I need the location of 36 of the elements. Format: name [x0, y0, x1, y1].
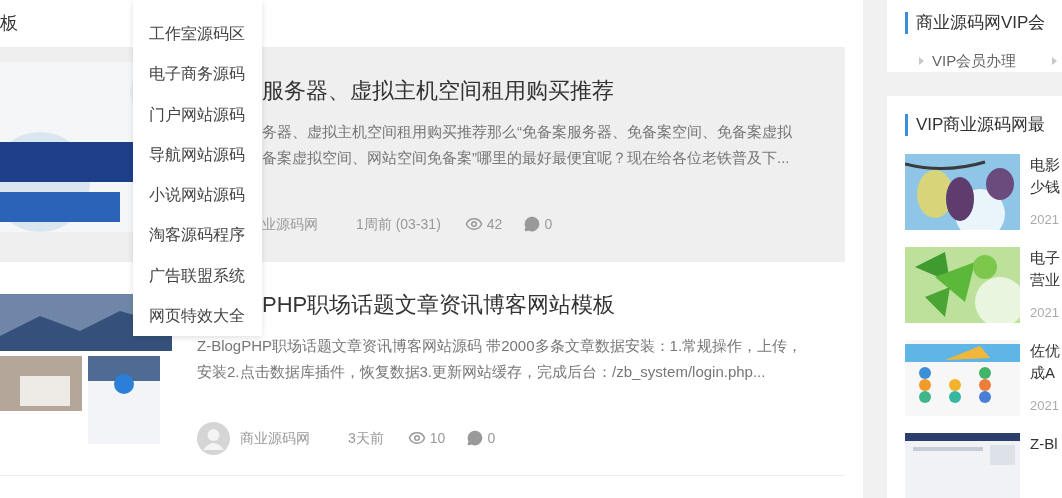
post-title[interactable]: 电影: [1030, 153, 1060, 176]
views-icon: [407, 429, 426, 447]
menu-item[interactable]: 网页特效大全: [133, 295, 262, 336]
comment-icon: [524, 216, 541, 232]
post-title[interactable]: 成A: [1030, 361, 1060, 384]
comment-icon: [467, 430, 484, 446]
comment-count: 0: [544, 214, 553, 234]
section-title: 板: [0, 12, 18, 35]
post-date: 2021: [1030, 397, 1060, 415]
menu-item[interactable]: 小说网站源码: [133, 175, 262, 216]
article-excerpt: Z-BlogPHP职场话题文章资讯博客网站源码 带2000多条文章数据安装：1.常规操作，上传，: [197, 336, 803, 356]
card-title: VIP商业源码网最: [916, 114, 1046, 136]
post-title[interactable]: 少钱: [1030, 175, 1060, 198]
comment-count: 0: [487, 428, 496, 448]
post-time: 3天前: [348, 428, 384, 448]
menu-item[interactable]: 门户网站源码: [133, 94, 262, 135]
menu-item[interactable]: 导航网站源码: [133, 134, 262, 175]
view-count: 10: [429, 428, 446, 448]
view-count: 42: [486, 214, 503, 234]
article-excerpt: 备案虚拟空间、网站空间免备案”哪里的最好最便宜呢？现在给各位老铁普及下...: [262, 148, 791, 168]
menu-item[interactable]: 电子商务源码: [133, 54, 262, 95]
post-time: 1周前 (03-31): [356, 214, 441, 234]
post-date: 2021: [1030, 211, 1060, 229]
caret-icon: [919, 56, 924, 65]
post-title[interactable]: 营业: [1030, 268, 1060, 291]
article-excerpt: 务器、虚拟主机空间租用购买推荐那么“免备案服务器、免备案空间、免备案虚拟: [262, 122, 792, 142]
sidebar-link[interactable]: VIP会员办理: [919, 49, 1017, 72]
post-title[interactable]: Z-Bl: [1030, 432, 1058, 455]
post-date: 2021: [1030, 304, 1060, 322]
card-title: 商业源码网VIP会: [916, 12, 1046, 34]
post-title[interactable]: 佐优: [1030, 339, 1060, 362]
views-icon: [464, 215, 483, 233]
post-title[interactable]: 电子: [1030, 246, 1060, 269]
menu-item[interactable]: 淘客源码程序: [133, 215, 262, 256]
caret-icon: [1052, 56, 1058, 65]
article-excerpt: 安装2.点击数据库插件，恢复数据3.更新网站缓存，完成后台：/zb_system/login.php...: [197, 362, 767, 382]
